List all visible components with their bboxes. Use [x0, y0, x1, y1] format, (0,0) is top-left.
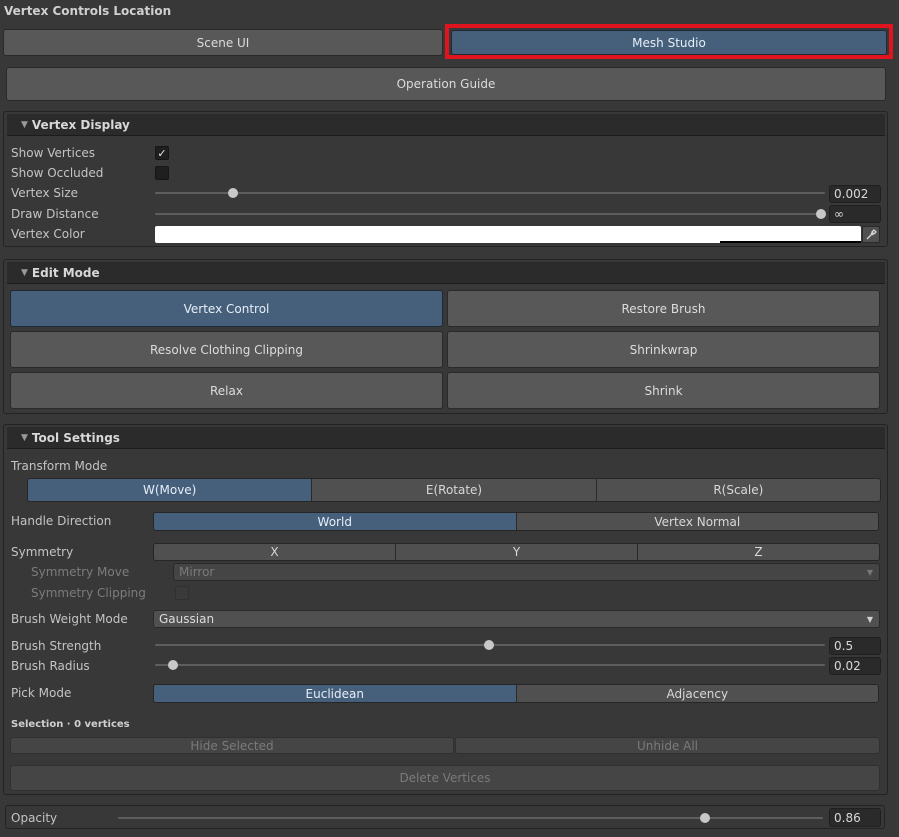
- selection-count-label: Selection · 0 vertices: [11, 719, 130, 730]
- draw-distance-label: Draw Distance: [11, 207, 99, 221]
- vertex-display-header-label: Vertex Display: [31, 117, 130, 132]
- vertex-size-field[interactable]: 0.002: [829, 185, 881, 203]
- vertex-display-header[interactable]: ▼ Vertex Display: [7, 114, 885, 136]
- transform-rotate-button[interactable]: E(Rotate): [312, 479, 597, 501]
- pick-mode-label: Pick Mode: [11, 686, 72, 700]
- edit-mode-header[interactable]: ▼ Edit Mode: [7, 262, 885, 284]
- brush-radius-field[interactable]: 0.02: [829, 657, 881, 675]
- tool-settings-header[interactable]: ▼ Tool Settings: [7, 427, 885, 449]
- handle-direction-label: Handle Direction: [11, 514, 112, 528]
- collapse-triangle-icon: ▼: [21, 432, 28, 443]
- shrink-button[interactable]: Shrink: [447, 372, 880, 409]
- delete-vertices-button[interactable]: Delete Vertices: [10, 765, 880, 791]
- edit-mode-header-label: Edit Mode: [31, 265, 100, 280]
- vertex-size-slider-track[interactable]: [155, 192, 825, 194]
- unhide-all-button[interactable]: Unhide All: [455, 737, 880, 754]
- draw-distance-field[interactable]: ∞: [829, 205, 881, 223]
- vertex-size-slider-knob[interactable]: [228, 188, 238, 198]
- brush-strength-field[interactable]: 0.5: [829, 637, 881, 655]
- shrinkwrap-button[interactable]: Shrinkwrap: [447, 331, 880, 368]
- handle-world-button[interactable]: World: [154, 513, 517, 530]
- show-occluded-checkbox[interactable]: [155, 166, 169, 180]
- mesh-studio-button[interactable]: Mesh Studio: [451, 30, 887, 55]
- transform-mode-toggle: W(Move) E(Rotate) R(Scale): [27, 478, 881, 502]
- pick-mode-toggle: Euclidean Adjacency: [153, 684, 879, 703]
- symmetry-y-button[interactable]: Y: [396, 544, 638, 560]
- transform-mode-label: Transform Mode: [11, 459, 108, 473]
- collapse-triangle-icon: ▼: [21, 119, 28, 130]
- brush-radius-slider-track[interactable]: [155, 664, 825, 666]
- opacity-label: Opacity: [11, 811, 58, 825]
- handle-direction-toggle: World Vertex Normal: [153, 512, 879, 531]
- vertex-control-button[interactable]: Vertex Control: [10, 290, 443, 327]
- collapse-triangle-icon: ▼: [21, 267, 28, 278]
- relax-button[interactable]: Relax: [10, 372, 443, 409]
- eyedropper-button[interactable]: [862, 226, 880, 243]
- opacity-field[interactable]: 0.86: [829, 808, 881, 827]
- dropdown-arrow-icon: ▼: [866, 614, 873, 624]
- symmetry-clipping-checkbox[interactable]: [175, 586, 189, 600]
- tool-settings-header-label: Tool Settings: [31, 430, 120, 445]
- checkmark-icon: ✓: [157, 146, 167, 160]
- symmetry-move-dropdown[interactable]: Mirror ▼: [173, 563, 880, 581]
- symmetry-x-button[interactable]: X: [154, 544, 396, 560]
- eyedropper-icon: [866, 229, 877, 240]
- dropdown-arrow-icon: ▼: [866, 567, 873, 577]
- draw-distance-slider-knob[interactable]: [816, 209, 826, 219]
- transform-scale-button[interactable]: R(Scale): [596, 479, 880, 501]
- draw-distance-slider-track[interactable]: [155, 213, 825, 215]
- vertex-color-label: Vertex Color: [11, 227, 85, 241]
- symmetry-move-value: Mirror: [179, 565, 215, 579]
- brush-radius-slider-knob[interactable]: [168, 660, 178, 670]
- show-vertices-label: Show Vertices: [11, 146, 96, 160]
- color-alpha-bar: [720, 241, 861, 243]
- vertex-size-label: Vertex Size: [11, 186, 79, 200]
- handle-vertex-normal-button[interactable]: Vertex Normal: [516, 513, 878, 530]
- symmetry-z-button[interactable]: Z: [638, 544, 879, 560]
- brush-strength-label: Brush Strength: [11, 639, 102, 653]
- restore-brush-button[interactable]: Restore Brush: [447, 290, 880, 327]
- symmetry-label: Symmetry: [11, 545, 74, 559]
- brush-weight-mode-dropdown[interactable]: Gaussian ▼: [153, 610, 880, 628]
- brush-radius-label: Brush Radius: [11, 659, 90, 673]
- scene-ui-button[interactable]: Scene UI: [3, 29, 443, 56]
- brush-strength-slider-knob[interactable]: [484, 640, 494, 650]
- pick-euclidean-button[interactable]: Euclidean: [154, 685, 517, 702]
- show-vertices-checkbox[interactable]: ✓: [155, 146, 169, 160]
- brush-weight-mode-label: Brush Weight Mode: [11, 612, 128, 626]
- show-occluded-label: Show Occluded: [11, 166, 104, 180]
- vertex-controls-location-title: Vertex Controls Location: [4, 4, 172, 18]
- symmetry-clipping-label: Symmetry Clipping: [31, 586, 146, 600]
- opacity-slider-knob[interactable]: [700, 813, 710, 823]
- brush-weight-mode-value: Gaussian: [159, 612, 215, 626]
- symmetry-axis-toggle: X Y Z: [153, 543, 880, 561]
- pick-adjacency-button[interactable]: Adjacency: [516, 685, 878, 702]
- transform-move-button[interactable]: W(Move): [28, 479, 313, 501]
- hide-selected-button[interactable]: Hide Selected: [10, 737, 454, 754]
- symmetry-move-label: Symmetry Move: [31, 565, 130, 579]
- opacity-slider-track[interactable]: [118, 817, 823, 819]
- operation-guide-button[interactable]: Operation Guide: [6, 67, 886, 101]
- resolve-clothing-clipping-button[interactable]: Resolve Clothing Clipping: [10, 331, 443, 368]
